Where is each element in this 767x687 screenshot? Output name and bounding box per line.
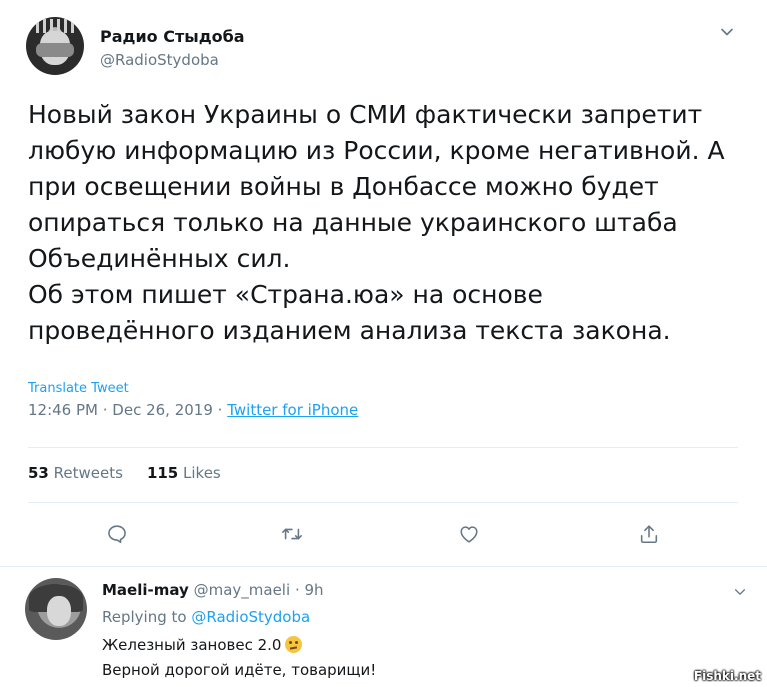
tweet-meta: 12:46 PM · Dec 26, 2019 · Twitter for iP… xyxy=(28,401,358,419)
divider xyxy=(28,502,738,503)
retweet-icon xyxy=(282,528,302,540)
replying-to: Replying to @RadioStydoba xyxy=(102,608,310,626)
retweets-stat[interactable]: 53 Retweets xyxy=(28,464,123,482)
reply-text-line-2: Верной дорогой идёте, товарищи! xyxy=(102,661,377,679)
replying-prefix: Replying to xyxy=(102,608,187,626)
reply-text: Железный зановес 2.0 Верной дорогой идёт… xyxy=(102,633,376,683)
tweet-date: Dec 26, 2019 xyxy=(112,401,213,419)
heart-icon xyxy=(460,526,478,543)
avatar-hands xyxy=(36,43,74,57)
retweets-count: 53 xyxy=(28,464,49,482)
meta-separator: · xyxy=(97,401,113,419)
thinking-face-icon xyxy=(285,636,303,653)
reply-avatar[interactable] xyxy=(25,578,87,640)
user-handle[interactable]: @RadioStydoba xyxy=(100,51,219,69)
retweets-label: Retweets xyxy=(53,464,123,482)
like-button[interactable] xyxy=(455,520,483,548)
share-button[interactable] xyxy=(635,520,663,548)
comment-icon xyxy=(108,525,126,544)
tweet-text: Новый закон Украины о СМИ фактически зап… xyxy=(28,100,725,345)
likes-label: Likes xyxy=(183,464,221,482)
avatar[interactable] xyxy=(26,17,84,75)
divider xyxy=(28,447,738,448)
reply-button[interactable] xyxy=(103,520,131,548)
translate-tweet-link[interactable]: Translate Tweet xyxy=(28,381,129,396)
tweet-time: 12:46 PM xyxy=(28,401,98,419)
reply-text-line-1: Железный зановес 2.0 xyxy=(102,636,282,654)
reply-display-name[interactable]: Maeli-may xyxy=(102,581,189,599)
likes-count: 115 xyxy=(146,464,179,482)
reply-age[interactable]: · 9h xyxy=(295,581,324,599)
watermark: Fishki.net xyxy=(693,669,761,683)
replying-to-link[interactable]: @RadioStydoba xyxy=(191,608,310,626)
retweet-button[interactable] xyxy=(278,520,306,548)
main-tweet: Радио Стыдоба @RadioStydoba Новый закон … xyxy=(0,0,767,570)
reply-header: Maeli-may @may_maeli · 9h xyxy=(102,581,324,599)
tweet-stats: 53 Retweets 115 Likes xyxy=(28,464,221,482)
likes-stat[interactable]: 115 Likes xyxy=(147,464,221,482)
share-icon xyxy=(640,525,658,544)
reply-handle[interactable]: @may_maeli xyxy=(194,581,291,599)
display-name[interactable]: Радио Стыдоба xyxy=(100,27,245,46)
tweet-source-link[interactable]: Twitter for iPhone xyxy=(227,401,358,419)
chevron-down-icon[interactable] xyxy=(719,24,735,40)
meta-separator: · xyxy=(212,401,228,419)
chevron-down-icon[interactable] xyxy=(733,585,747,599)
section-divider xyxy=(0,566,767,567)
reply-avatar-face xyxy=(47,596,71,626)
